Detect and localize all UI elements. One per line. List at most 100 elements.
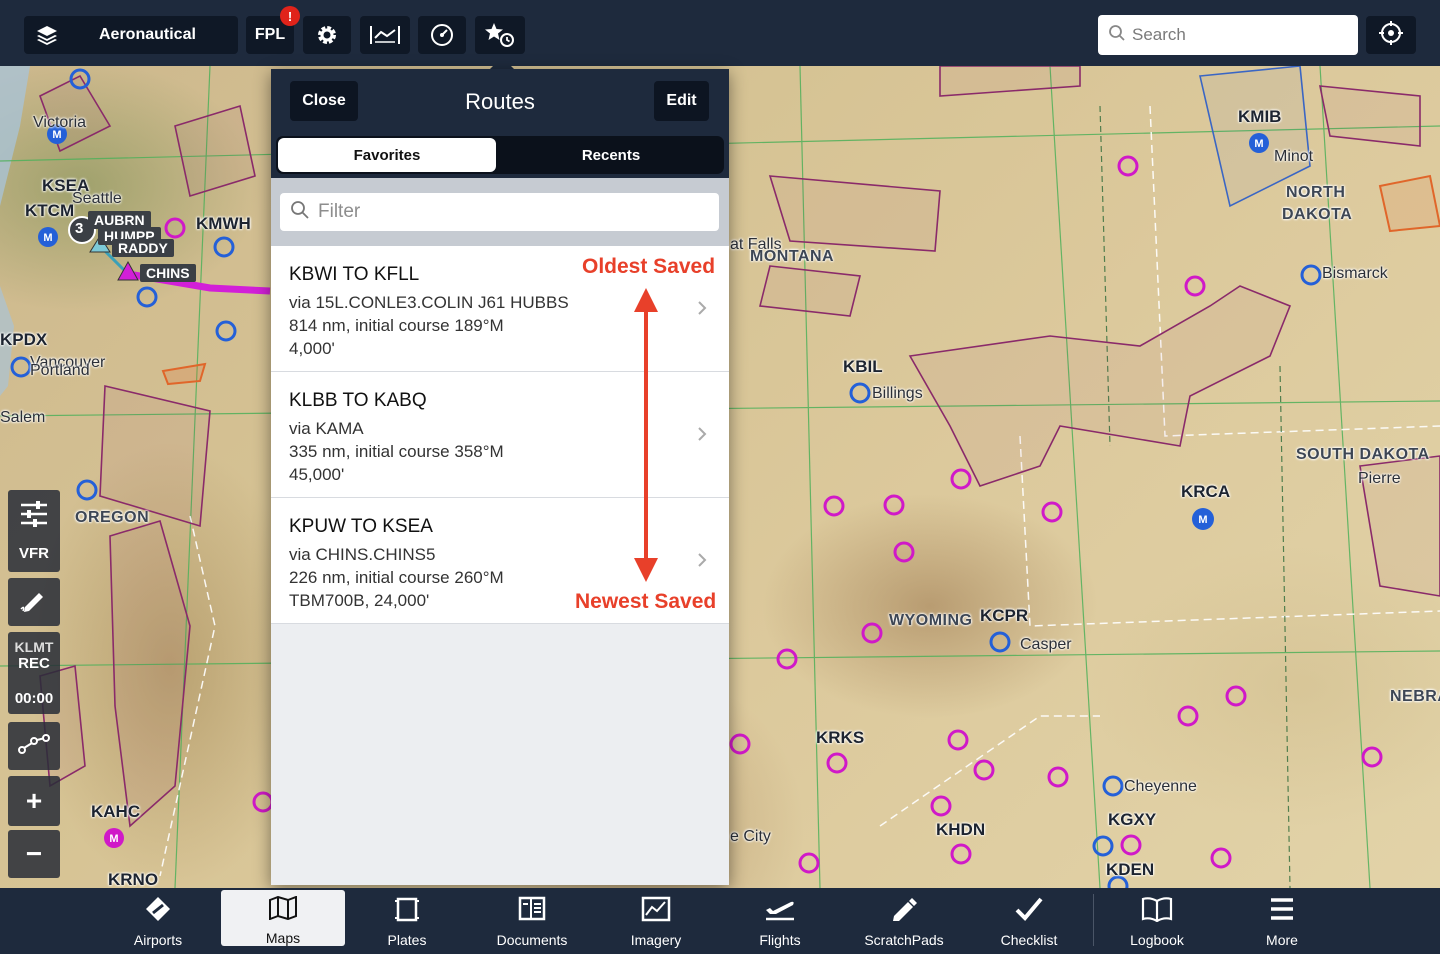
layers-icon — [36, 24, 58, 46]
maps-icon — [268, 895, 298, 925]
map-label-kgxy[interactable]: KGXY — [1108, 810, 1156, 830]
route-title: KPUW TO KSEA — [289, 516, 433, 537]
route-edit-button[interactable] — [8, 722, 60, 770]
cluster-count[interactable]: 3 — [75, 220, 83, 237]
map-label-nebraska: NEBRA — [1390, 688, 1440, 705]
svg-text:M: M — [1198, 514, 1207, 526]
vfr-label: VFR — [19, 545, 49, 562]
tab-label: ScratchPads — [864, 932, 944, 948]
tab-more[interactable]: More — [1220, 890, 1344, 948]
fpl-button[interactable]: FPL ! — [246, 6, 300, 54]
center-location-button[interactable] — [1366, 16, 1416, 54]
track-recorder[interactable]: KLMT REC 00:00 — [8, 632, 60, 714]
routes-header: Close Routes Edit — [271, 69, 729, 135]
draw-button[interactable] — [8, 578, 60, 626]
filter-input[interactable] — [318, 201, 698, 223]
profile-view-button[interactable] — [360, 16, 410, 54]
waypoint-tag[interactable]: CHINS — [140, 264, 196, 282]
tab-label: Imagery — [630, 932, 682, 948]
map-settings-button[interactable]: VFR — [8, 490, 60, 572]
favorites-recents-button[interactable] — [475, 16, 525, 54]
gauge-icon — [430, 23, 454, 47]
tab-label: Documents — [496, 932, 568, 948]
star-clock-icon — [485, 22, 515, 48]
tab-label: Logbook — [1130, 932, 1184, 948]
map-label-kpdx[interactable]: KPDX — [0, 330, 47, 350]
chevron-right-icon — [697, 426, 707, 447]
svg-text:M: M — [109, 833, 118, 845]
tab-airports[interactable]: Airports — [96, 890, 220, 948]
map-label-khdn[interactable]: KHDN — [936, 820, 985, 840]
zoom-out-button[interactable]: − — [8, 830, 60, 878]
tab-scratchpads[interactable]: ScratchPads — [842, 890, 966, 948]
filter-field[interactable] — [280, 193, 719, 231]
map-label-krks[interactable]: KRKS — [816, 728, 864, 748]
route-via: via 15L.CONLE3.COLIN J61 HUBBS — [289, 293, 569, 312]
route-path-icon — [18, 733, 50, 760]
tab-label: Flights — [759, 932, 801, 948]
map-label-kden[interactable]: KDEN — [1106, 860, 1154, 880]
search-input[interactable] — [1132, 25, 1342, 45]
sliders-icon — [19, 500, 49, 533]
tab-label: Maps — [265, 930, 301, 946]
map-label-kcpr[interactable]: KCPR — [980, 606, 1028, 626]
map-label-montana: MONTANA — [750, 248, 835, 265]
map-label-dakota: DAKOTA — [1282, 206, 1353, 223]
double-arrow-icon — [634, 288, 658, 582]
map-label-kmib[interactable]: KMIB — [1238, 107, 1281, 127]
more-icon — [1269, 896, 1295, 927]
profile-icon — [369, 24, 401, 46]
map-label-ktcm[interactable]: KTCM — [25, 201, 74, 221]
tab-maps[interactable]: Maps — [221, 890, 345, 946]
annotation-oldest-saved: Oldest Saved — [582, 255, 716, 278]
scratchpads-icon — [889, 896, 919, 927]
map-label-wyoming: WYOMING — [889, 612, 973, 629]
route-distance: 814 nm, initial course 189°M — [289, 316, 504, 335]
map-label-minot: Minot — [1274, 148, 1314, 165]
map-label-cheyenne: Cheyenne — [1124, 778, 1197, 795]
zoom-in-button[interactable]: + — [8, 776, 60, 826]
tab-favorites[interactable]: Favorites — [278, 138, 496, 172]
checklist-icon — [1014, 896, 1044, 927]
tab-logbook[interactable]: Logbook — [1095, 890, 1219, 948]
rec-timer: 00:00 — [14, 690, 54, 707]
tab-label: Airports — [133, 932, 183, 948]
map-label-kmwh[interactable]: KMWH — [196, 214, 251, 234]
route-title: KLBB TO KABQ — [289, 390, 427, 411]
filter-bar — [271, 178, 729, 246]
map-label-casper: Casper — [1020, 636, 1072, 653]
map-label-north: NORTH — [1286, 184, 1346, 201]
recorder-station-label: KLMT — [14, 639, 54, 655]
tab-plates[interactable]: Plates — [345, 890, 469, 948]
tab-recents[interactable]: Recents — [502, 138, 720, 172]
map-label-oregon: OREGON — [75, 509, 150, 526]
map-layers-button[interactable]: Aeronautical — [24, 16, 238, 54]
map-label-kbil[interactable]: KBIL — [843, 357, 883, 377]
instruments-button[interactable] — [418, 16, 466, 54]
search-field[interactable] — [1098, 15, 1358, 55]
fpl-alert-badge: ! — [280, 6, 300, 26]
tab-checklist[interactable]: Checklist — [967, 890, 1091, 948]
search-icon — [290, 200, 310, 225]
waypoint-tag[interactable]: RADDY — [112, 239, 174, 257]
map-label-kahc[interactable]: KAHC — [91, 802, 140, 822]
logbook-icon — [1141, 896, 1173, 927]
tab-documents[interactable]: Documents — [470, 890, 594, 948]
tab-label: Plates — [387, 932, 427, 948]
bottom-tab-bar: Airports Maps Plates Documents Imagery F… — [0, 888, 1440, 954]
map-label-victoria: Victoria — [33, 114, 87, 131]
pencil-icon — [19, 587, 49, 618]
map-layer-label: Aeronautical — [99, 26, 196, 43]
airports-icon — [144, 896, 172, 927]
gear-icon — [315, 23, 339, 47]
map-label-bismarck: Bismarck — [1322, 265, 1388, 282]
edit-button[interactable]: Edit — [654, 81, 709, 121]
map-label-billings: Billings — [872, 385, 923, 402]
tab-imagery[interactable]: Imagery — [594, 890, 718, 948]
tab-flights[interactable]: Flights — [718, 890, 842, 948]
settings-button[interactable] — [303, 16, 351, 54]
chevron-right-icon — [697, 552, 707, 573]
tab-label: Checklist — [1000, 932, 1058, 948]
map-label-krno[interactable]: KRNO — [108, 870, 158, 888]
map-label-krca[interactable]: KRCA — [1181, 482, 1230, 502]
